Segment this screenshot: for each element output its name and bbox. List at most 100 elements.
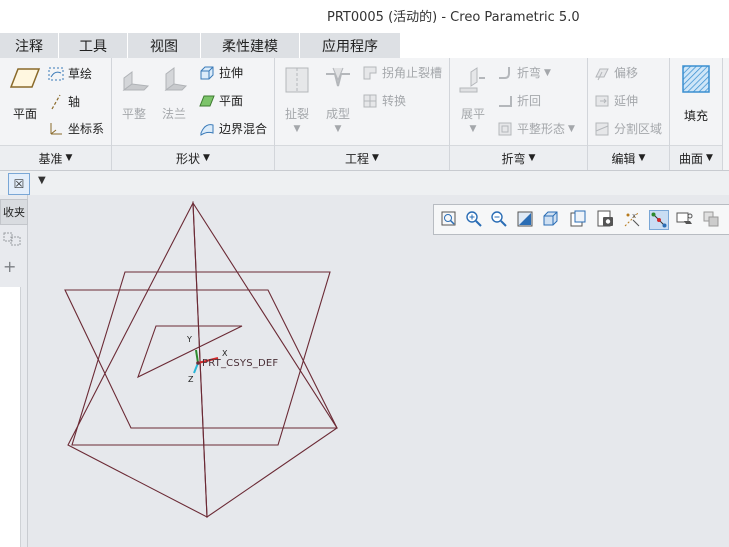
sketch-icon [48,67,64,80]
surfaces-group-footer[interactable]: 曲面 ▼ [670,145,722,170]
tree-pane [0,287,21,547]
unbend-button[interactable]: 展平 ▼ [455,64,491,134]
boundary-blend-icon [200,123,214,136]
datum-plane-outline [67,200,208,518]
planar-button[interactable]: 平面 [199,92,243,109]
chevron-down-icon: ▼ [334,124,342,134]
planar-label: 平面 [219,94,244,108]
flat-pattern-button[interactable]: 平整形态 ▼ [497,120,575,137]
tab-applications[interactable]: 应用程序 [300,33,401,58]
datum-group-label: 基准 [38,151,63,166]
tab-view[interactable]: 视图 [128,33,201,58]
form-button[interactable]: 成型 ▼ [321,64,355,134]
form-icon [326,67,350,87]
tab-annotate[interactable]: 注释 [0,33,59,58]
model-geometry [64,200,338,519]
show-icon[interactable] [2,231,24,247]
zoom-in-icon[interactable] [465,210,483,228]
left-panel: 收夹 + [0,195,28,547]
boundary-blend-button[interactable]: 边界混合 [199,120,267,137]
bend-back-button[interactable]: 折回 [497,92,541,109]
repaint-icon[interactable] [516,210,534,228]
bend-button[interactable]: 折弯 ▼ [497,64,551,81]
chevron-down-icon: ▼ [293,124,301,134]
convert-button[interactable]: 转换 [362,92,406,109]
offset-button[interactable]: 偏移 [594,64,638,81]
editing-group-footer[interactable]: 编辑 ▼ [588,145,669,170]
display-style-icon[interactable] [542,210,560,228]
datum-display-icon[interactable]: x [623,210,641,228]
datum-axis-button[interactable]: 轴 [48,93,80,110]
group-divider [722,58,723,170]
fill-label: 填充 [683,109,708,123]
saved-orientations-icon[interactable] [569,210,587,228]
chevron-down-icon: ▼ [469,124,477,134]
csys-origin [196,361,200,365]
datum-group-footer[interactable]: 基准 ▼ [0,145,111,170]
chevron-down-icon: ▼ [203,153,210,163]
tab-tools[interactable]: 工具 [59,33,128,58]
shapes-group-label: 形状 [176,151,201,166]
extend-button[interactable]: 延伸 [594,92,638,109]
refit-icon[interactable] [440,210,458,228]
extend-icon [595,95,609,106]
flat-pattern-icon [498,122,512,135]
view-manager-icon[interactable] [596,210,614,228]
csys-label: 坐标系 [68,122,105,136]
datum-plane-label: 平面 [12,107,37,121]
flange-wall-label: 法兰 [161,107,186,121]
flat-pattern-label: 平整形态 [517,122,566,136]
graphics-toolbar: x [433,204,729,235]
flat-wall-label: 平整 [121,107,146,121]
flange-wall-icon [164,67,188,91]
chevron-down-icon: ▼ [372,153,379,163]
bends-group-footer[interactable]: 折弯 ▼ [450,145,587,170]
folder-browser-tab[interactable]: 收夹 [0,199,28,225]
coordinate-system-button[interactable]: 坐标系 [48,120,104,137]
engineering-group-footer[interactable]: 工程 ▼ [275,145,449,170]
form-label: 成型 [325,107,350,121]
close-icon[interactable]: ☒ [8,173,30,195]
sketch-button[interactable]: 草绘 [48,65,92,82]
add-icon[interactable]: + [3,257,16,276]
shapes-group-footer[interactable]: 形状 ▼ [112,145,274,170]
graphics-window[interactable]: Y X Z PRT_CSYS_DEF [28,195,729,547]
flat-wall-button[interactable]: 平整 [116,64,152,122]
bend-back-label: 折回 [517,94,542,108]
overflow-menu-icon[interactable]: ▼ [38,175,46,186]
unbend-label: 展平 [460,107,485,121]
csys-y-label: Y [187,335,192,344]
bend-label: 折弯 [517,66,542,80]
csys-z-label: Z [188,375,194,384]
unbend-icon [459,67,485,93]
chevron-down-icon: ▼ [544,67,551,78]
flat-wall-icon [122,71,150,91]
convert-label: 转换 [382,94,407,108]
split-area-button[interactable]: 分割区域 [594,120,662,137]
extrude-button[interactable]: 拉伸 [199,64,243,81]
zoom-out-icon[interactable] [490,210,508,228]
secondary-toolbar: ☒ ▼ [0,171,729,195]
editing-group-label: 编辑 [611,151,636,166]
offset-label: 偏移 [614,66,639,80]
corner-relief-button[interactable]: 拐角止裂槽 [362,64,442,81]
csys-x-label: X [222,349,228,358]
csys-name-label: PRT_CSYS_DEF [202,358,279,369]
split-area-label: 分割区域 [614,122,663,136]
appearance-icon[interactable] [702,210,720,228]
tab-flexible-modeling[interactable]: 柔性建模 [201,33,300,58]
extrude-icon [200,66,214,79]
surfaces-group-label: 曲面 [679,151,704,166]
spin-center-icon[interactable] [649,210,669,230]
svg-text:x: x [632,212,636,220]
chevron-down-icon: ▼ [65,153,73,163]
split-area-icon [595,122,609,135]
flange-wall-button[interactable]: 法兰 [156,64,192,122]
rip-button[interactable]: 扯裂 ▼ [280,64,314,134]
extrude-label: 拉伸 [219,66,244,80]
datum-plane-button[interactable]: 平面 [6,64,44,122]
title-bar: PRT0005 (活动的) - Creo Parametric 5.0 [0,0,729,30]
sketch-label: 草绘 [68,67,93,81]
fill-button[interactable]: 填充 [676,64,716,124]
annotation-display-icon[interactable] [676,210,694,228]
